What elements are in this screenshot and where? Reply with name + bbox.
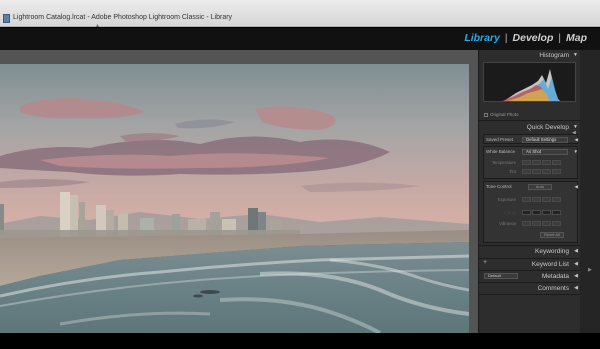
vibrance-row: Vibrance: [484, 220, 574, 228]
title-bar: Lightroom Catalog.lrcat - Adobe Photosho…: [0, 0, 600, 29]
triangle-right-icon[interactable]: ▶: [588, 267, 592, 273]
tone-control-label: Tone Control: [486, 184, 512, 189]
saved-preset-row: Saved Preset Default Settings ◀: [484, 136, 579, 144]
comments-header[interactable]: Comments ◀: [479, 283, 581, 294]
clarity-stepper[interactable]: [522, 210, 562, 215]
module-map[interactable]: Map: [561, 32, 592, 44]
module-develop[interactable]: Develop: [508, 32, 559, 44]
checkbox[interactable]: [484, 112, 488, 117]
right-panel: Histogram ▼ Original Photo ◀ Quick Devel…: [478, 50, 581, 333]
white-balance-row: White Balance As Shot ▼: [484, 148, 579, 156]
exposure-row: Exposure: [484, 196, 574, 204]
tint-label: Tint: [508, 169, 516, 174]
tone-control-box: Tone Control ◀ Auto Exposure Clarity Vib…: [483, 181, 578, 243]
triangle-left-icon[interactable]: ◀: [574, 246, 578, 257]
metadata-title: Metadata: [541, 273, 569, 280]
divider: [479, 120, 581, 121]
saved-preset-select[interactable]: Default Settings: [522, 137, 568, 143]
triangle-left-icon[interactable]: ◀: [574, 271, 578, 282]
triangle-left-icon[interactable]: ◀: [574, 259, 578, 270]
bottom-filmstrip-bar: [0, 333, 600, 349]
triangle-left-icon[interactable]: ◀: [575, 136, 578, 144]
temperature-label: Temperature: [491, 160, 516, 165]
keyword-list-title: Keyword List: [531, 261, 569, 268]
temperature-stepper[interactable]: [522, 160, 562, 165]
histogram-chart: [483, 62, 576, 102]
image-viewer: [0, 50, 478, 333]
temperature-row: Temperature: [484, 159, 574, 167]
divider: [479, 294, 581, 295]
metadata-preset-select[interactable]: Default: [484, 273, 518, 279]
module-picker: Library | Develop | Map: [459, 32, 592, 44]
saved-preset-label: Saved Preset: [486, 137, 514, 142]
white-balance-label: White Balance: [486, 149, 516, 154]
triangle-down-icon[interactable]: ▼: [573, 50, 578, 61]
clarity-label: Clarity: [503, 210, 516, 215]
triangle-down-icon[interactable]: ▼: [573, 122, 578, 133]
triangle-left-icon[interactable]: ◀: [575, 183, 578, 191]
white-balance-select[interactable]: As Shot: [522, 149, 568, 155]
add-keyword-button[interactable]: +: [483, 259, 487, 266]
vibrance-label: Vibrance: [499, 221, 516, 226]
saved-preset-box: Saved Preset Default Settings ◀: [483, 134, 578, 144]
exposure-label: Exposure: [497, 197, 516, 202]
quick-develop-header[interactable]: Quick Develop ▼: [479, 122, 581, 133]
lightroom-window: Lightroom Catalog.lrcat - Adobe Photosho…: [0, 0, 600, 349]
quick-develop-title: Quick Develop: [526, 124, 569, 131]
vibrance-stepper[interactable]: [522, 221, 562, 226]
histogram-title: Histogram: [539, 52, 569, 59]
keyword-list-header[interactable]: Keyword List ◀: [479, 259, 581, 270]
original-photo-label: Original Photo: [490, 112, 519, 117]
original-photo-toggle[interactable]: Original Photo: [484, 112, 519, 117]
clarity-row: Clarity: [484, 209, 574, 217]
tint-stepper[interactable]: [522, 169, 562, 174]
photo-preview[interactable]: [0, 64, 469, 333]
comments-title: Comments: [537, 285, 569, 292]
module-library[interactable]: Library: [459, 32, 505, 44]
tint-row: Tint: [484, 168, 574, 176]
right-panel-edge: ▶: [580, 50, 600, 333]
triangle-left-icon[interactable]: ◀: [574, 283, 578, 294]
white-balance-box: White Balance As Shot ▼ Temperature Tint: [483, 146, 578, 179]
keywording-header[interactable]: Keywording ◀: [479, 246, 581, 257]
document-icon: [3, 14, 10, 23]
histogram-header[interactable]: Histogram ▼: [479, 50, 581, 61]
module-picker-bar: Library | Develop | Map: [0, 28, 600, 50]
auto-tone-button[interactable]: Auto: [528, 184, 552, 190]
keywording-title: Keywording: [535, 248, 569, 255]
window-title: Lightroom Catalog.lrcat - Adobe Photosho…: [13, 14, 233, 21]
triangle-down-icon[interactable]: ▼: [574, 148, 578, 156]
exposure-stepper[interactable]: [522, 197, 562, 202]
reset-all-button[interactable]: Reset All: [540, 232, 564, 238]
